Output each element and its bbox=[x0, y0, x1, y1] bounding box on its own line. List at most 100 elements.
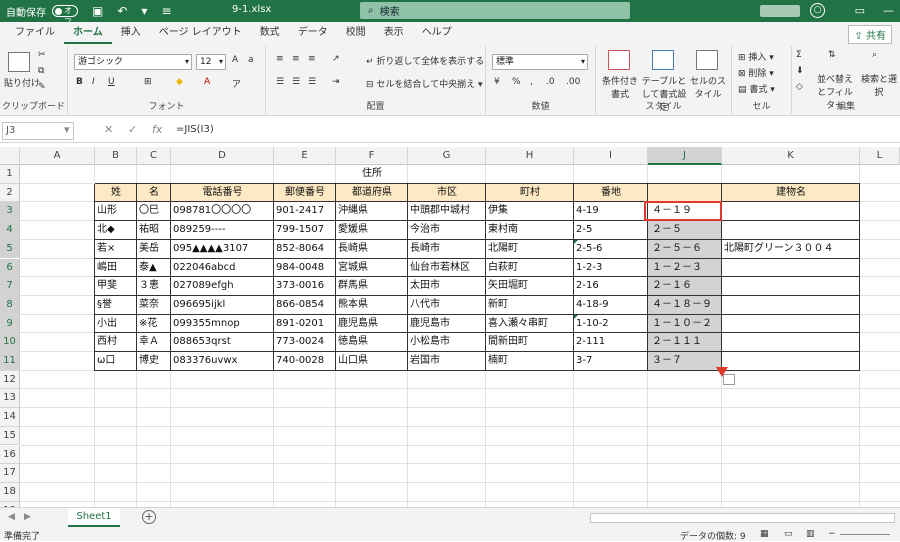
column-header-d[interactable]: D bbox=[171, 147, 274, 165]
cell-i8[interactable]: 4-18-9 bbox=[574, 296, 609, 315]
number-format-select[interactable]: 標準 bbox=[492, 54, 588, 70]
share-button[interactable]: ⇪ 共有 bbox=[848, 25, 892, 44]
autosum-icon[interactable]: Σ bbox=[796, 50, 802, 60]
cell-f6[interactable]: 宮城県 bbox=[336, 259, 368, 278]
error-indicator-icon[interactable] bbox=[574, 314, 578, 319]
cell-g5[interactable]: 長崎市 bbox=[408, 240, 440, 259]
chevron-down-icon[interactable]: ▾ bbox=[141, 4, 147, 18]
enter-icon[interactable]: ✓ bbox=[128, 123, 137, 136]
phonetic-icon[interactable]: ア bbox=[232, 77, 241, 90]
underline-icon[interactable]: U bbox=[108, 77, 115, 87]
column-header-e[interactable]: E bbox=[274, 147, 336, 165]
header-cell-h[interactable]: 町村 bbox=[486, 184, 574, 203]
paste-button[interactable]: 貼り付け bbox=[4, 76, 40, 89]
cell-j5[interactable]: ２－５－６ bbox=[648, 240, 702, 259]
paste-icon[interactable] bbox=[8, 52, 30, 72]
tab-home[interactable]: ホーム bbox=[64, 22, 112, 44]
cell-h3[interactable]: 伊集 bbox=[486, 202, 508, 221]
cell-c3[interactable]: 〇巳 bbox=[137, 202, 159, 221]
cell-b3[interactable]: 山形 bbox=[95, 202, 117, 221]
fill-color-icon[interactable]: ◆ bbox=[176, 77, 183, 87]
cell-h11[interactable]: 楠町 bbox=[486, 352, 508, 371]
column-header-h[interactable]: H bbox=[486, 147, 574, 165]
cell-i3[interactable]: 4-19 bbox=[574, 202, 599, 221]
cell-styles-button[interactable]: セルのスタイル bbox=[688, 74, 728, 100]
italic-icon[interactable]: I bbox=[92, 77, 95, 87]
insert-cells-button[interactable]: ⊞ 挿入 ▾ bbox=[738, 50, 774, 63]
autosave-toggle[interactable]: オフ bbox=[52, 5, 78, 26]
cell-k4[interactable] bbox=[722, 221, 724, 240]
cell-i4[interactable]: 2-5 bbox=[574, 221, 592, 240]
delete-cells-button[interactable]: ⊠ 削除 ▾ bbox=[738, 66, 774, 79]
decrease-decimal-icon[interactable]: .00 bbox=[566, 77, 580, 87]
page-break-view-icon[interactable]: ▥ bbox=[806, 529, 815, 539]
error-indicator-icon[interactable] bbox=[574, 239, 578, 244]
header-cell-g[interactable]: 市区 bbox=[408, 184, 486, 203]
search-box[interactable]: ⌕ 検索 bbox=[360, 2, 630, 19]
cell-d10[interactable]: 088653qrst bbox=[171, 333, 231, 352]
next-sheet-icon[interactable]: ▶ bbox=[24, 512, 31, 522]
cell-b4[interactable]: 北◆ bbox=[95, 221, 115, 240]
cell-f11[interactable]: 山口県 bbox=[336, 352, 368, 371]
undo-icon[interactable]: ↶ bbox=[117, 4, 127, 18]
row-header-5[interactable]: 5 bbox=[0, 239, 20, 259]
row-header-15[interactable]: 15 bbox=[0, 426, 20, 446]
font-color-icon[interactable]: A bbox=[204, 77, 210, 87]
cell-c8[interactable]: 菜奈 bbox=[137, 296, 159, 315]
align-middle-icon[interactable]: ≡ bbox=[292, 54, 300, 64]
header-cell-b[interactable]: 姓 bbox=[95, 184, 137, 203]
format-painter-icon[interactable]: ✎ bbox=[38, 82, 46, 92]
sort-filter-icon[interactable]: ⇅ bbox=[828, 50, 836, 60]
cell-i11[interactable]: 3-7 bbox=[574, 352, 592, 371]
normal-view-icon[interactable]: ▦ bbox=[760, 529, 769, 539]
row-header-8[interactable]: 8 bbox=[0, 295, 20, 315]
cell-h7[interactable]: 矢田堀町 bbox=[486, 277, 528, 296]
horizontal-scrollbar[interactable] bbox=[590, 513, 895, 523]
header-cell-f[interactable]: 都道府県 bbox=[336, 184, 408, 203]
shrink-font-icon[interactable]: a bbox=[248, 55, 254, 65]
cell-c6[interactable]: 泰▲ bbox=[137, 259, 157, 278]
tab-review[interactable]: 校閲 bbox=[337, 22, 375, 44]
header-cell-j[interactable] bbox=[648, 184, 722, 203]
cell-h10[interactable]: 間新田町 bbox=[486, 333, 528, 352]
cell-g3[interactable]: 中頭郡中城村 bbox=[408, 202, 470, 221]
cell-g7[interactable]: 太田市 bbox=[408, 277, 440, 296]
font-size-select[interactable]: 12 bbox=[196, 54, 226, 70]
cell-g9[interactable]: 鹿児島市 bbox=[408, 315, 450, 334]
column-header-a[interactable]: A bbox=[20, 147, 95, 165]
row-header-18[interactable]: 18 bbox=[0, 482, 20, 502]
column-header-l[interactable]: L bbox=[860, 147, 900, 165]
cell-k10[interactable] bbox=[722, 333, 724, 352]
cell-e8[interactable]: 866-0854 bbox=[274, 296, 324, 315]
sheet-tab-sheet1[interactable]: Sheet1 bbox=[68, 508, 120, 527]
autofill-options-icon[interactable] bbox=[723, 373, 735, 385]
cell-d8[interactable]: 096695ijkl bbox=[171, 296, 225, 315]
row-header-9[interactable]: 9 bbox=[0, 314, 20, 334]
percent-icon[interactable]: % bbox=[512, 77, 521, 87]
cell-i6[interactable]: 1-2-3 bbox=[574, 259, 602, 278]
insert-function-icon[interactable]: fx bbox=[152, 123, 162, 136]
row-header-16[interactable]: 16 bbox=[0, 445, 20, 465]
cell-c4[interactable]: 祐昭 bbox=[137, 221, 159, 240]
cell-f4[interactable]: 愛媛県 bbox=[336, 221, 368, 240]
row-header-2[interactable]: 2 bbox=[0, 183, 20, 203]
cell-b8[interactable]: §誉 bbox=[95, 296, 112, 315]
cell-j6[interactable]: １－２－３ bbox=[648, 259, 702, 278]
chevron-down-icon[interactable]: ▾ bbox=[64, 123, 70, 136]
cell-k6[interactable] bbox=[722, 259, 724, 278]
tab-help[interactable]: ヘルプ bbox=[413, 22, 461, 44]
conditional-format-icon[interactable] bbox=[608, 50, 630, 70]
cell-d4[interactable]: 089259---- bbox=[171, 221, 226, 240]
cell-h6[interactable]: 白萩町 bbox=[486, 259, 518, 278]
account-name[interactable] bbox=[760, 5, 800, 17]
formula-input[interactable]: =JIS(I3) bbox=[172, 122, 894, 140]
cell-e7[interactable]: 373-0016 bbox=[274, 277, 324, 296]
align-right-icon[interactable]: ☰ bbox=[308, 77, 316, 87]
cell-b6[interactable]: 嶋田 bbox=[95, 259, 117, 278]
minimize-icon[interactable]: — bbox=[883, 4, 894, 17]
align-left-icon[interactable]: ☰ bbox=[276, 77, 284, 87]
column-header-k[interactable]: K bbox=[722, 147, 860, 165]
tab-insert[interactable]: 挿入 bbox=[112, 22, 150, 44]
row-header-10[interactable]: 10 bbox=[0, 333, 20, 352]
wrap-text-button[interactable]: ↵ 折り返して全体を表示する bbox=[366, 54, 484, 67]
